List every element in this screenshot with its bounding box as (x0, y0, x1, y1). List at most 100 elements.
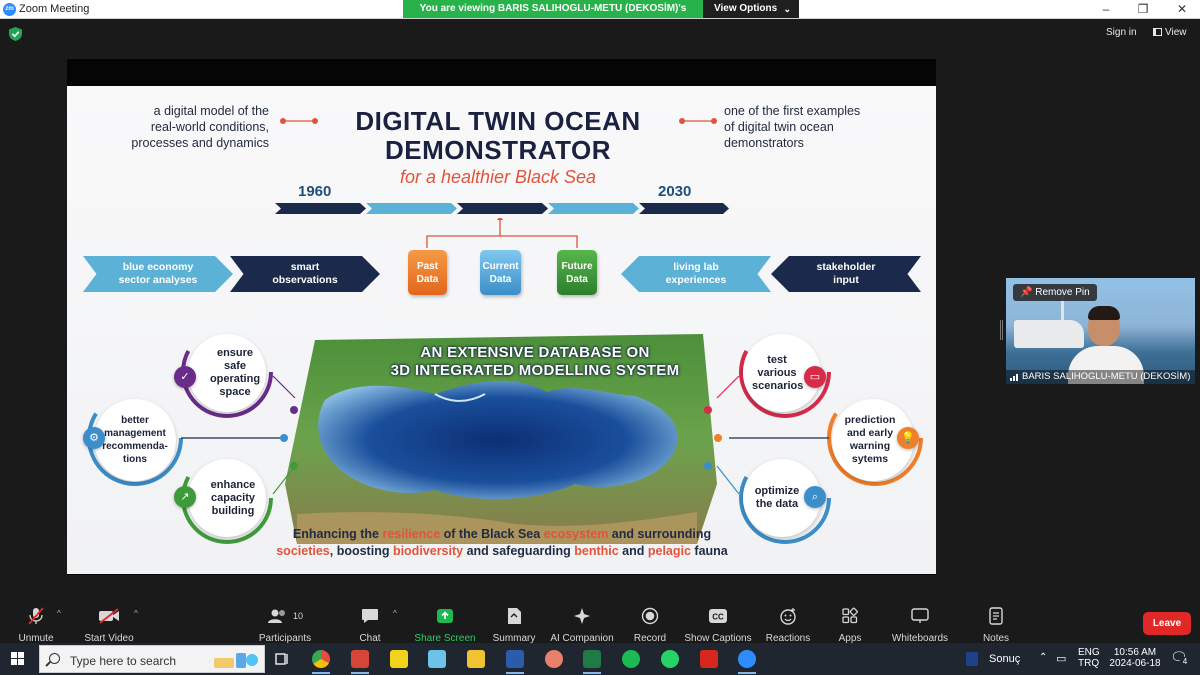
emoji-plus-icon (780, 608, 796, 625)
audio-options-caret[interactable]: ^ (55, 606, 65, 642)
participants-icon (267, 609, 285, 623)
maximize-button[interactable]: ❐ (1128, 2, 1158, 16)
text-span: of the Black Sea (440, 527, 544, 541)
current-data-box: Current Data (480, 250, 521, 295)
search-icon (49, 653, 60, 664)
paint-icon[interactable] (545, 650, 563, 668)
notes-button[interactable]: Notes (978, 606, 1014, 644)
participants-button[interactable]: 10 Participants (254, 606, 316, 644)
text-span: and surrounding (608, 527, 712, 541)
video-options-caret[interactable]: ^ (132, 606, 142, 642)
highlight-span: pelagic (647, 544, 691, 558)
weather-widget[interactable]: Sonuç (989, 653, 1020, 665)
map-title-line1: AN EXTENSIVE DATABASE ON (420, 344, 650, 361)
chat-bubble-icon (362, 609, 378, 623)
minimize-button[interactable]: – (1091, 2, 1121, 16)
leave-button[interactable]: Leave (1143, 612, 1191, 635)
meeting-top-bar: Sign in View (0, 19, 1200, 49)
circle-label: optimize the data (754, 485, 800, 510)
chevron-up-icon[interactable]: ⌃ (1039, 652, 1047, 663)
file-explorer-icon[interactable] (467, 650, 485, 668)
highlight-span: benthic (574, 544, 619, 558)
text-span: Enhancing the (292, 527, 383, 541)
participants-count: 10 (292, 611, 303, 621)
reactions-button[interactable]: Reactions (764, 606, 812, 644)
chat-button[interactable]: Chat (350, 606, 390, 644)
video-person-hair (1088, 306, 1120, 320)
record-button[interactable]: Record (632, 606, 668, 644)
clock[interactable]: 10:56 AM 2024-06-18 (1106, 647, 1164, 669)
network-icon[interactable]: ▭ (1056, 652, 1066, 665)
presentation-slide: a digital model of the real-world condit… (67, 86, 936, 574)
whiteboard-icon (911, 608, 929, 623)
language-indicator[interactable]: ENG TRQ (1078, 647, 1100, 669)
left-note-line: real-world conditions, (150, 120, 269, 134)
circle-better-management: better management recommenda-tions (94, 399, 176, 481)
map-title-line2: 3D INTEGRATED MODELLING SYSTEM (390, 362, 680, 379)
spotify-icon[interactable] (622, 650, 640, 668)
zoom-taskbar-icon[interactable] (738, 650, 756, 668)
year-end: 2030 (658, 183, 692, 200)
circle-label: test various scenarios (752, 353, 804, 392)
language-line: TRQ (1078, 658, 1100, 669)
zoom-logo-icon: zm (3, 3, 16, 16)
start-video-button[interactable]: Start Video (82, 606, 136, 644)
view-button[interactable]: View (1153, 27, 1187, 38)
view-options-label: View Options (714, 3, 778, 14)
lightbulb-icon: 💡 (897, 427, 919, 449)
windows-start-icon[interactable] (11, 652, 25, 666)
participant-video-tile[interactable]: 📌 Remove Pin BARIS SALIHOGLU-METU (DEKOS… (1006, 278, 1195, 384)
remove-pin-button[interactable]: 📌 Remove Pin (1013, 284, 1097, 301)
apps-button[interactable]: Apps (834, 606, 866, 644)
chevron-label: smart observations (272, 261, 338, 286)
chat-options-caret[interactable]: ^ (391, 606, 401, 642)
right-note-line: demonstrators (724, 136, 804, 150)
summary-button[interactable]: Summary (490, 606, 538, 644)
panel-resize-handle[interactable] (1000, 320, 1003, 340)
share-screen-button[interactable]: Share Screen (414, 606, 476, 644)
highlight-span: resilience (382, 527, 441, 541)
close-button[interactable]: ✕ (1167, 2, 1197, 16)
calendar-app-icon[interactable] (351, 650, 369, 668)
taskbar-search-box[interactable]: Type here to search (39, 645, 265, 673)
clock-time: 10:56 AM (1113, 647, 1157, 658)
circle-label: ensure safe operating space (209, 347, 261, 398)
left-note-line: a digital model of the (153, 104, 269, 118)
clock-date: 2024-06-18 (1109, 658, 1161, 669)
view-options-button[interactable]: View Options ⌄ (703, 0, 799, 18)
show-captions-button[interactable]: CC Show Captions (684, 606, 752, 644)
unmute-button[interactable]: Unmute (12, 606, 60, 644)
text-span: and safeguarding (463, 544, 575, 558)
circle-label: prediction and early warning sytems (844, 414, 896, 465)
right-note-line: of digital twin ocean (724, 120, 834, 134)
whatsapp-icon[interactable] (661, 650, 679, 668)
checkmark-icon: ✓ (174, 366, 196, 388)
encryption-shield-icon[interactable] (9, 27, 22, 41)
acrobat-icon[interactable] (700, 650, 718, 668)
zoom-window: zm Zoom Meeting You are viewing BARIS SA… (0, 0, 1200, 675)
whiteboards-button[interactable]: Whiteboards (890, 606, 950, 644)
active-indicator (351, 672, 369, 674)
chevron-label: living lab experiences (665, 261, 727, 286)
ai-companion-button[interactable]: AI Companion (550, 606, 614, 644)
chrome-icon[interactable] (312, 650, 330, 668)
data-box-label: Past Data (416, 260, 439, 285)
word-icon[interactable] (506, 650, 524, 668)
magnifier-icon: ⌕ (804, 486, 826, 508)
excel-icon[interactable] (583, 650, 601, 668)
sign-in-button[interactable]: Sign in (1106, 27, 1137, 38)
shared-screen[interactable]: a digital model of the real-world condit… (67, 59, 936, 575)
slide-title-line1: DIGITAL TWIN OCEAN (355, 106, 641, 136)
task-view-icon[interactable] (274, 651, 290, 667)
participant-name: BARIS SALIHOGLU-METU (DEKOSİM) (1006, 370, 1195, 384)
past-data-box: Past Data (408, 250, 447, 295)
generic-app-icon[interactable] (428, 650, 446, 668)
viewing-screen-banner: You are viewing BARIS SALIHOGLU-METU (DE… (403, 0, 703, 32)
nba-widget-icon[interactable] (966, 652, 978, 666)
sticky-notes-icon[interactable] (390, 650, 408, 668)
future-data-box: Future Data (557, 250, 597, 295)
notes-icon (989, 607, 1003, 625)
gear-icon: ⚙ (83, 427, 105, 449)
left-note: a digital model of the real-world condit… (119, 103, 269, 151)
monitor-icon: ▭ (804, 366, 826, 388)
